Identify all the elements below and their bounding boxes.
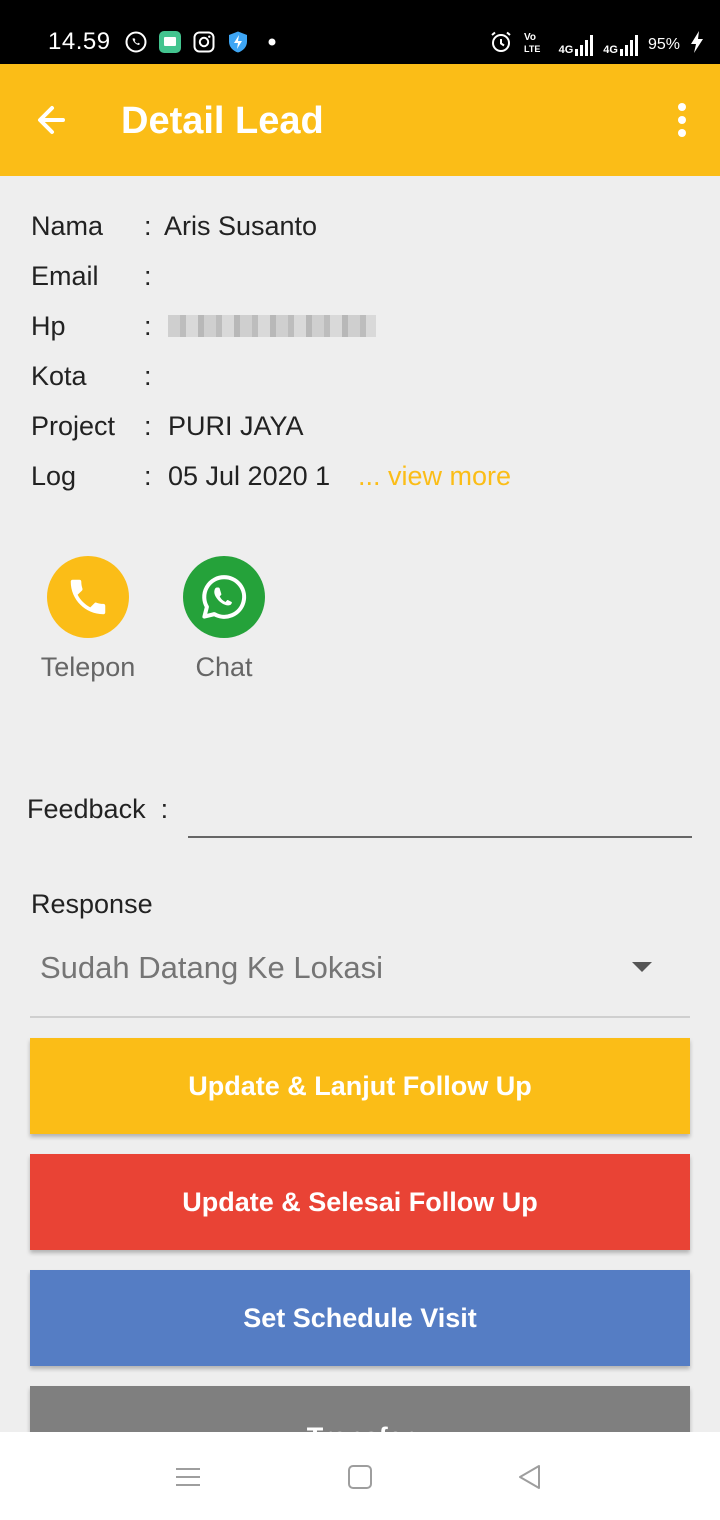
redacted-phone-number bbox=[168, 315, 376, 337]
page-title: Detail Lead bbox=[121, 100, 324, 142]
whatsapp-icon bbox=[124, 30, 148, 54]
lead-separator: : bbox=[144, 411, 152, 441]
battery-level: 95% bbox=[647, 35, 680, 53]
status-time: 14.59 bbox=[48, 28, 111, 55]
view-more-link[interactable]: ... view more bbox=[358, 461, 511, 492]
phone-action[interactable]: Telepon bbox=[38, 556, 138, 683]
phone-button[interactable] bbox=[47, 556, 129, 638]
lead-label: Kota bbox=[31, 361, 87, 391]
lead-separator: : bbox=[144, 461, 152, 491]
volte-icon: Vo LTE bbox=[523, 30, 549, 59]
arrow-left-icon bbox=[38, 106, 65, 134]
set-schedule-visit-button[interactable]: Set Schedule Visit bbox=[30, 1270, 690, 1366]
back-triangle-icon[interactable] bbox=[515, 1462, 545, 1492]
chevron-down-icon bbox=[632, 962, 652, 972]
message-icon bbox=[158, 30, 182, 54]
response-dropdown[interactable]: Sudah Datang Ke Lokasi bbox=[30, 934, 690, 1018]
more-options-button[interactable] bbox=[668, 100, 696, 140]
lead-separator: : bbox=[144, 211, 152, 241]
menu-icon[interactable] bbox=[173, 1462, 203, 1492]
instagram-icon bbox=[192, 30, 216, 54]
chat-action[interactable]: Chat bbox=[174, 556, 274, 683]
phone-icon bbox=[70, 579, 106, 615]
update-continue-button[interactable]: Update & Lanjut Follow Up bbox=[30, 1038, 690, 1134]
feedback-label: Feedback : bbox=[27, 794, 169, 824]
4g-signal-icon: 4G bbox=[559, 34, 594, 56]
lead-label: Email bbox=[31, 261, 99, 291]
back-button[interactable] bbox=[30, 98, 80, 142]
lead-separator: : bbox=[144, 261, 152, 291]
lead-separator: : bbox=[144, 361, 152, 391]
alarm-icon bbox=[489, 30, 513, 59]
chat-label: Chat bbox=[195, 652, 253, 682]
phone-label: Telepon bbox=[40, 652, 136, 682]
lead-value-log: 05 Jul 2020 1 bbox=[168, 461, 331, 491]
system-nav-bar bbox=[0, 1432, 720, 1520]
lead-label: Project bbox=[31, 411, 116, 441]
system-status: Vo LTE 4G 4G 95% bbox=[489, 30, 704, 59]
home-square-icon[interactable] bbox=[345, 1462, 375, 1492]
svg-text:Vo: Vo bbox=[524, 32, 536, 43]
feedback-input[interactable] bbox=[188, 788, 692, 838]
svg-text:LTE: LTE bbox=[524, 44, 540, 54]
whatsapp-icon bbox=[202, 575, 247, 619]
lead-value-name: Aris Susanto bbox=[164, 211, 318, 241]
response-label: Response bbox=[31, 889, 153, 919]
lead-label: Hp bbox=[31, 311, 66, 341]
notification-icons bbox=[124, 30, 284, 54]
more-vert-icon bbox=[678, 103, 686, 137]
app-bar: Detail Lead bbox=[0, 64, 720, 176]
lead-value-project: PURI JAYA bbox=[168, 411, 304, 441]
battery-charging-icon bbox=[690, 30, 704, 59]
response-selected-value: Sudah Datang Ke Lokasi bbox=[40, 950, 383, 985]
4g-signal-icon: 4G bbox=[603, 34, 638, 56]
lead-label: Log bbox=[31, 461, 77, 491]
status-bar: 14.59 Vo LTE 4G 4G 95% bbox=[0, 0, 720, 64]
lead-label: Nama bbox=[31, 211, 104, 241]
lead-separator: : bbox=[144, 311, 152, 341]
chat-button[interactable] bbox=[183, 556, 265, 638]
shield-icon bbox=[226, 30, 250, 54]
update-finish-button[interactable]: Update & Selesai Follow Up bbox=[30, 1154, 690, 1250]
dot-icon bbox=[260, 30, 284, 54]
